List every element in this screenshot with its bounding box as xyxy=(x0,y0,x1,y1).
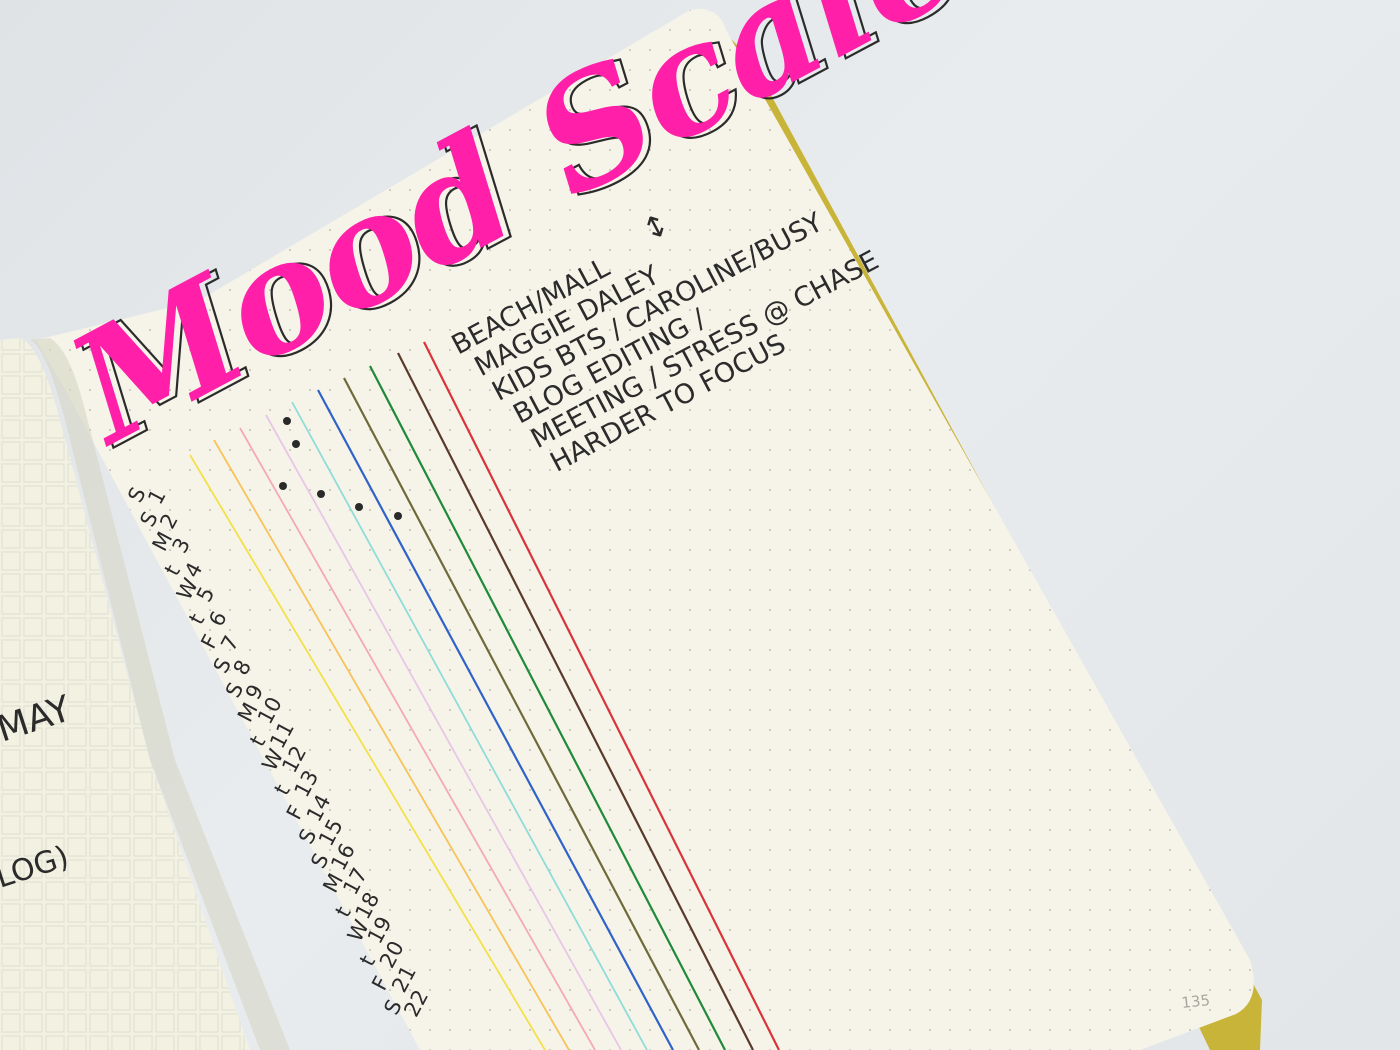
mood-dot xyxy=(283,417,291,425)
mood-dot xyxy=(279,482,287,490)
page-number: 135 xyxy=(1181,991,1211,1012)
mood-dot xyxy=(317,490,325,498)
mood-dot xyxy=(292,440,300,448)
mood-dot xyxy=(394,512,402,520)
journal-photo: Mood Scale Mood Scale BEACH/MALL MAGGIE … xyxy=(0,0,1400,1050)
mood-dot xyxy=(355,503,363,511)
journal-scene: Mood Scale Mood Scale BEACH/MALL MAGGIE … xyxy=(0,0,1262,1050)
